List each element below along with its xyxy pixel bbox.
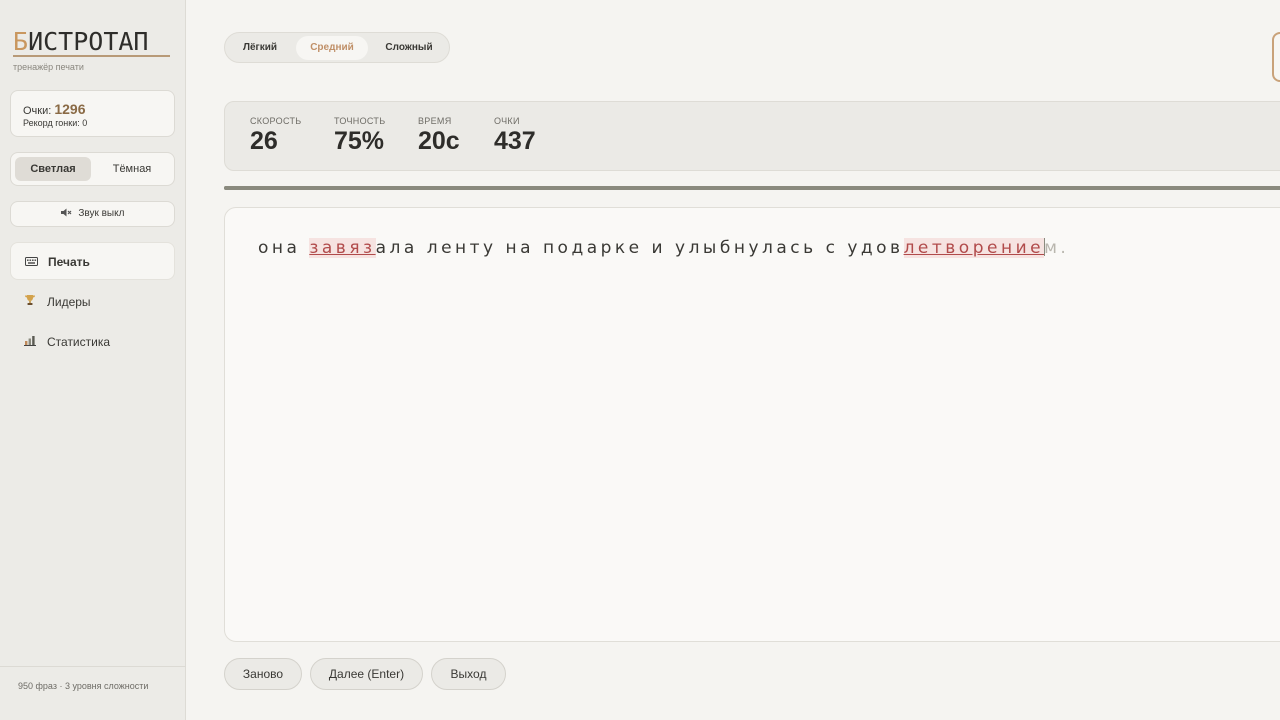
typing-area[interactable]: она завязала ленту на подарке и улыбнула… — [224, 207, 1280, 642]
stat-speed: СКОРОСТЬ 26 — [250, 116, 301, 156]
sidebar-item-leaders[interactable]: Лидеры — [10, 283, 175, 321]
sound-toggle-button[interactable]: Звук выкл — [10, 201, 175, 227]
difficulty-easy-button[interactable]: Лёгкий — [229, 36, 291, 60]
typed-correct-text: ала ленту на подарке и улыбнулась с удов — [375, 238, 904, 258]
app-logo: БИСТРОТАП — [13, 28, 148, 56]
score-value: 1296 — [54, 101, 86, 117]
sidebar: БИСТРОТАП тренажёр печати Очки: 1296 Рек… — [0, 0, 186, 720]
sidebar-footer: 950 фраз · 3 уровня сложности — [18, 681, 149, 691]
theme-dark-button[interactable]: Тёмная — [94, 157, 170, 181]
stat-label: ТОЧНОСТЬ — [334, 116, 386, 126]
sound-label: Звук выкл — [78, 208, 125, 219]
stat-value: 437 — [494, 127, 536, 155]
remaining-text: м. — [1044, 238, 1070, 258]
progress-fill — [224, 186, 1280, 190]
stat-label: ВРЕМЯ — [418, 116, 452, 126]
sidebar-item-label: Лидеры — [47, 295, 91, 309]
sidebar-item-label: Статистика — [47, 335, 111, 349]
score-card: Очки: 1296 Рекорд гонки: 0 — [10, 90, 175, 137]
score-line: Очки: 1296 — [23, 101, 86, 117]
sidebar-item-label: Печать — [48, 255, 90, 269]
score-label: Очки: — [23, 105, 55, 117]
phrase-text: она завязала ленту на подарке и улыбнула… — [258, 238, 1069, 258]
trophy-icon — [23, 283, 37, 321]
keyboard-icon — [24, 243, 38, 281]
race-record: Рекорд гонки: 0 — [23, 118, 88, 128]
stat-value: 75% — [334, 127, 385, 155]
stat-time: ВРЕМЯ 20с — [418, 116, 460, 156]
theme-toggle: Светлая Тёмная — [10, 152, 175, 186]
theme-light-button[interactable]: Светлая — [15, 157, 91, 181]
stat-value: 26 — [250, 127, 278, 155]
stat-value: 20с — [418, 127, 460, 155]
logo-first-letter: Б — [13, 27, 29, 56]
next-button[interactable]: Далее (Enter) — [310, 658, 423, 690]
stat-label: СКОРОСТЬ — [250, 116, 302, 126]
typed-error-text: завяз — [309, 238, 376, 258]
typed-error-text: летворение — [903, 238, 1045, 258]
stat-points: ОЧКИ 437 — [494, 116, 536, 156]
bar-chart-icon — [23, 323, 37, 361]
top-right-control[interactable] — [1272, 32, 1280, 82]
difficulty-selector: Лёгкий Средний Сложный — [224, 32, 450, 63]
stat-label: ОЧКИ — [494, 116, 520, 126]
speaker-muted-icon — [60, 208, 75, 219]
exit-button[interactable]: Выход — [431, 658, 506, 690]
app-subtitle: тренажёр печати — [13, 62, 84, 72]
difficulty-hard-button[interactable]: Сложный — [373, 36, 445, 60]
stats-panel: СКОРОСТЬ 26 ТОЧНОСТЬ 75% ВРЕМЯ 20с ОЧКИ … — [224, 101, 1280, 171]
logo-underline — [13, 55, 170, 57]
stat-accuracy: ТОЧНОСТЬ 75% — [334, 116, 385, 156]
typed-correct-text: она — [258, 238, 310, 258]
progress-bar — [224, 186, 1280, 190]
logo-rest: ИСТРОТАП — [28, 27, 149, 56]
restart-button[interactable]: Заново — [224, 658, 302, 690]
sidebar-divider — [0, 666, 186, 667]
sidebar-item-typing[interactable]: Печать — [10, 242, 175, 280]
sidebar-item-statistics[interactable]: Статистика — [10, 323, 175, 361]
difficulty-medium-button[interactable]: Средний — [296, 36, 368, 60]
